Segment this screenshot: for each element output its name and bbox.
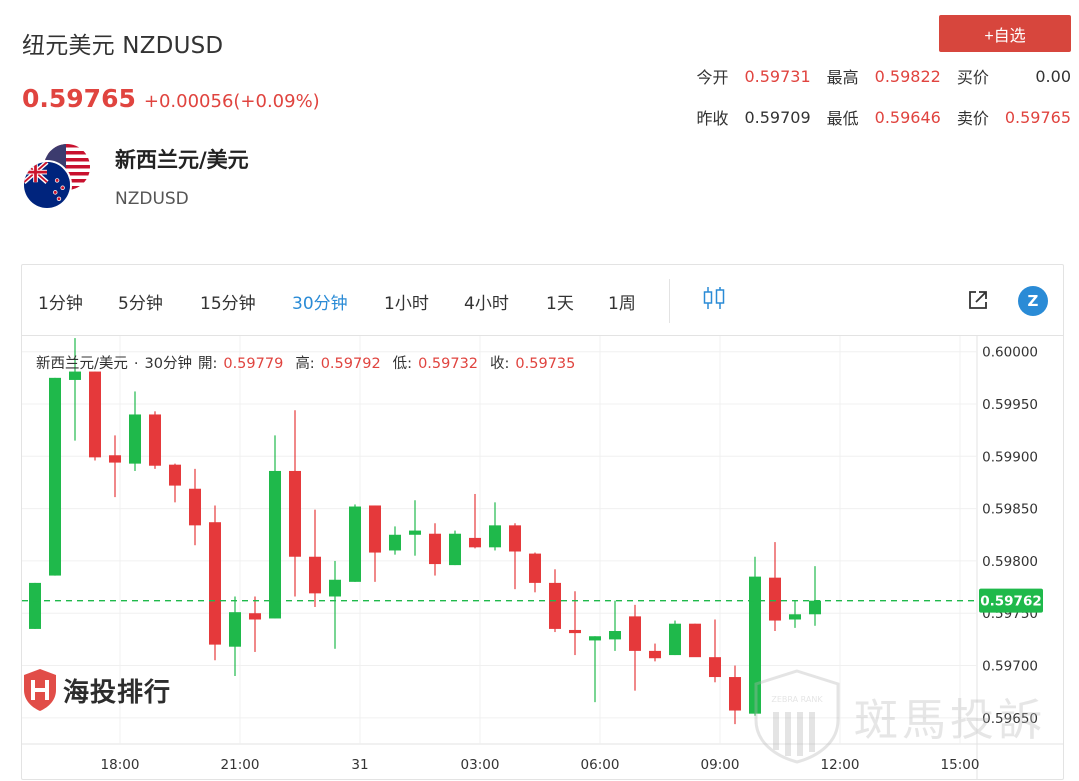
y-tick-label: 0.59850: [982, 502, 1038, 518]
legend-high-label: 高:: [295, 356, 315, 372]
candle-body: [569, 629, 581, 634]
legend-high-value: 0.59792: [320, 356, 381, 372]
shield-logo-icon: [24, 669, 56, 711]
legend-symbol: 新西兰元/美元: [36, 356, 128, 372]
x-tick-label: 31: [351, 757, 368, 773]
candle-body: [389, 534, 401, 551]
legend-low-label: 低:: [392, 356, 413, 372]
candle-body: [269, 470, 281, 619]
legend-low-value: 0.59732: [418, 356, 479, 372]
candle-body: [549, 582, 561, 629]
candle-body: [609, 631, 621, 640]
candle-body: [309, 556, 321, 594]
y-tick-label: 0.59800: [982, 554, 1038, 570]
candle-body: [429, 533, 441, 565]
candle-body: [349, 506, 361, 582]
candle-body: [649, 650, 661, 659]
x-tick-label: 06:00: [581, 757, 620, 773]
candle-body: [489, 525, 501, 548]
candle-body: [249, 613, 261, 620]
candle-body: [109, 455, 121, 463]
candle-body: [689, 623, 701, 658]
candle-body: [89, 371, 101, 458]
candle-body: [129, 414, 141, 464]
candle-body: [629, 616, 641, 651]
x-tick-label: 09:00: [701, 757, 740, 773]
legend-interval: 30分钟: [144, 356, 192, 372]
candle-body: [589, 636, 601, 641]
candle-body: [669, 623, 681, 656]
haitou-watermark-text: 海投排行: [63, 677, 172, 708]
candle-body: [29, 582, 41, 629]
candle-body: [149, 414, 161, 466]
legend-close-value: 0.59735: [515, 356, 576, 372]
x-tick-label: 03:00: [461, 757, 500, 773]
candle-body: [789, 614, 801, 620]
candle-body: [529, 553, 541, 583]
candle-body: [469, 537, 481, 548]
chart-legend: 新西兰元/美元 · 30分钟 開: 0.59779 高: 0.59792 低: …: [36, 352, 581, 373]
candle-body: [209, 522, 221, 645]
candle-body: [169, 464, 181, 486]
y-tick-label: 0.59950: [982, 397, 1038, 413]
y-tick-label: 0.59900: [982, 449, 1038, 465]
y-tick-label: 0.60000: [982, 345, 1038, 361]
candle-body: [809, 600, 821, 615]
candle-body: [449, 533, 461, 566]
legend-dot: ·: [133, 356, 139, 372]
legend-close-label: 收:: [490, 356, 510, 372]
x-tick-label: 21:00: [221, 757, 260, 773]
candle-body: [369, 505, 381, 553]
candle-body: [289, 470, 301, 557]
candle-body: [709, 657, 721, 678]
zebra-watermark: ZEBRA RANK 斑馬投訴: [752, 668, 1046, 764]
zebra-badge-icon: ZEBRA RANK: [754, 669, 840, 764]
candle-body: [769, 577, 781, 621]
haitou-watermark: 海投排行: [23, 668, 171, 712]
candle-body: [189, 488, 201, 526]
candle-body: [509, 525, 521, 552]
candlestick-chart: 0.60000 0.59950 0.59900 0.59850 0.59800 0.597…: [22, 336, 1063, 779]
x-tick-label: 18:00: [101, 757, 140, 773]
current-price-label: 0.59762: [980, 594, 1042, 610]
legend-open-value: 0.59779: [223, 356, 284, 372]
zebra-badge-text: ZEBRA RANK: [771, 695, 823, 704]
candle-body: [329, 579, 341, 597]
candle-body: [729, 677, 741, 711]
candle-body: [49, 377, 61, 576]
candle-body: [229, 612, 241, 647]
zebra-watermark-text: 斑馬投訴: [854, 695, 1046, 746]
legend-open-label: 開:: [197, 356, 218, 372]
candle-body: [409, 530, 421, 535]
